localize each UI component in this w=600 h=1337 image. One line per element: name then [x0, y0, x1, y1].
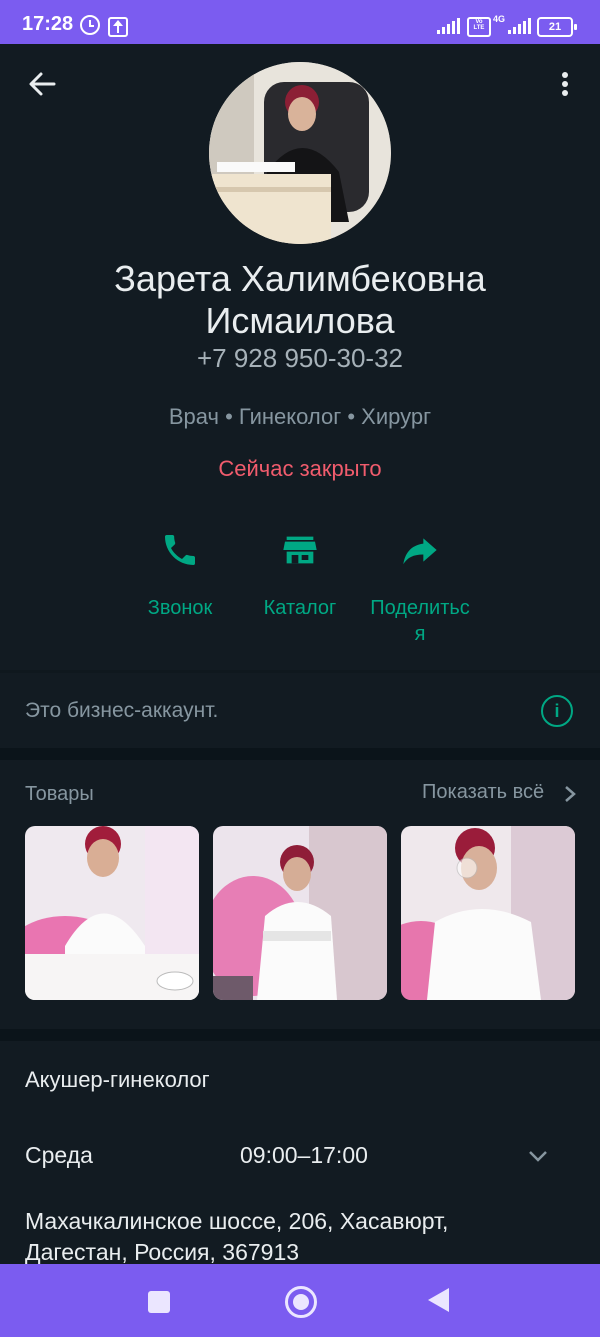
- status-time: 17:28: [22, 13, 74, 35]
- chevron-down-icon[interactable]: [527, 1145, 549, 1167]
- product-thumbnail-3[interactable]: [401, 826, 575, 1000]
- share-label-line2: я: [414, 623, 426, 645]
- chevron-right-icon[interactable]: [563, 785, 577, 803]
- store-icon: [283, 536, 317, 564]
- avatar[interactable]: [209, 62, 391, 244]
- catalog-button[interactable]: Каталог: [235, 530, 365, 621]
- divider: [0, 1029, 600, 1041]
- volte-icon: Vo LTE: [467, 17, 491, 37]
- business-categories: Врач • Гинеколог • Хирург: [168, 404, 432, 429]
- divider: [0, 748, 600, 760]
- contact-name-line2: Исмаилова: [205, 300, 395, 341]
- alarm-icon: [80, 15, 100, 35]
- share-icon: [403, 538, 437, 565]
- hours-day[interactable]: Среда: [25, 1142, 93, 1169]
- more-options-icon[interactable]: [562, 72, 570, 98]
- info-icon[interactable]: i: [541, 695, 573, 727]
- cell-signal-icon: [508, 18, 531, 34]
- back-icon[interactable]: [428, 1288, 449, 1312]
- product-thumbnail-2[interactable]: [213, 826, 387, 1000]
- call-button[interactable]: Звонок: [115, 530, 245, 621]
- wifi-signal-icon: [437, 18, 460, 34]
- hours-time[interactable]: 09:00–17:00: [240, 1142, 368, 1169]
- recent-apps-icon[interactable]: [148, 1291, 170, 1313]
- products-title: Товары: [25, 783, 94, 805]
- business-account-notice[interactable]: Это бизнес-аккаунт.: [25, 699, 218, 723]
- share-label-line1: Поделитьс: [370, 597, 470, 619]
- upload-icon: [108, 17, 128, 37]
- home-icon[interactable]: [285, 1286, 317, 1318]
- divider: [0, 670, 600, 673]
- phone-number[interactable]: +7 928 950-30-32: [0, 343, 600, 374]
- product-thumbnail-1[interactable]: [25, 826, 199, 1000]
- address-line1: Махачкалинское шоссе, 206, Хасавюрт,: [25, 1208, 449, 1234]
- share-label: Поделитьс я: [355, 595, 485, 647]
- contact-name-line1: Зарета Халимбековна: [114, 258, 486, 299]
- address[interactable]: Махачкалинское шоссе, 206, Хасавюрт, Даг…: [25, 1206, 545, 1268]
- system-navigation-bar: [0, 1264, 600, 1337]
- catalog-label: Каталог: [263, 597, 337, 619]
- status-bar: 17:28 Vo LTE 4G 21: [0, 0, 600, 44]
- back-arrow-icon[interactable]: [28, 70, 56, 98]
- network-type: 4G: [493, 14, 506, 24]
- battery-icon: 21: [537, 17, 577, 37]
- phone-icon: [165, 535, 195, 565]
- open-status: Сейчас закрыто: [218, 456, 382, 481]
- call-label: Звонок: [147, 597, 213, 619]
- contact-name: Зарета Халимбековна Исмаилова: [0, 258, 600, 342]
- show-all-link[interactable]: Показать всё: [422, 781, 544, 804]
- business-description: Акушер-гинеколог: [25, 1067, 210, 1092]
- share-button[interactable]: Поделитьс я: [355, 530, 485, 647]
